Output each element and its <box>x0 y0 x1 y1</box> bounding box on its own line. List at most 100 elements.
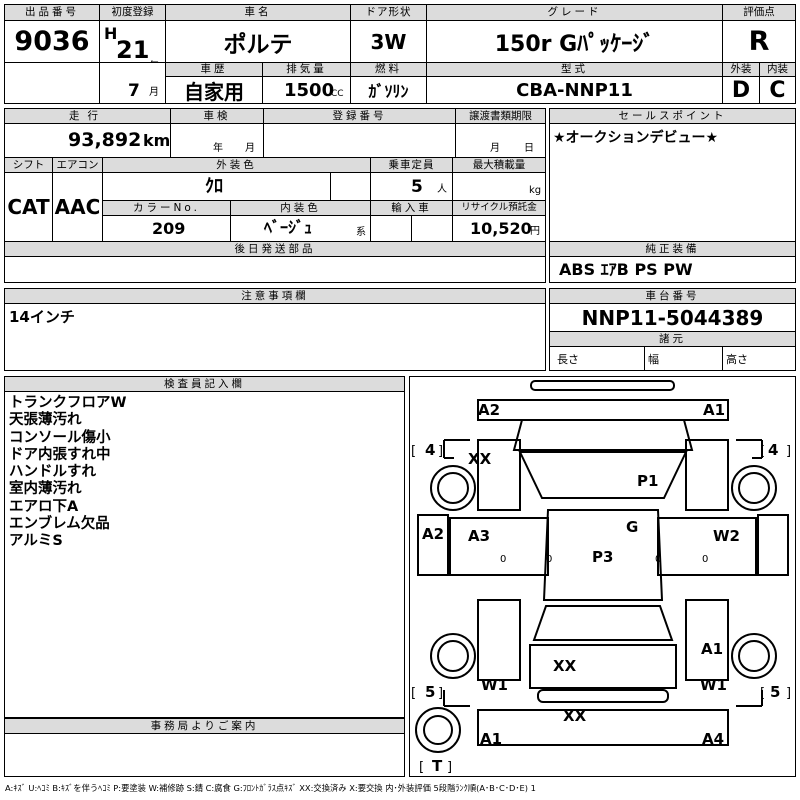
reg-month-value: 7 <box>128 81 140 101</box>
mark-right-front-door: W2 <box>713 527 740 545</box>
notes-value: 14インチ <box>9 308 75 326</box>
grade-value: 150r Gﾊﾟｯｹｰｼﾞ <box>426 20 723 63</box>
mark-rear-left-bracket: 5 <box>425 683 435 701</box>
height-label: 高さ <box>726 353 748 366</box>
mark-right-rear-door: A1 <box>701 640 723 658</box>
int-color-value: ﾍﾞｰｼﾞｭ <box>264 218 313 237</box>
dimensions-header: 諸元 <box>549 331 796 347</box>
mark-roof: P3 <box>592 548 613 566</box>
inspector-note: トランクフロアW <box>9 395 127 411</box>
cc-unit: CC <box>331 89 344 99</box>
exterior-value: D <box>722 76 760 104</box>
sales-point-header: セールスポイント <box>549 108 796 124</box>
car-name-value: ポルテ <box>165 20 351 63</box>
mark-side-right: 4 <box>768 441 778 459</box>
door-value: 3W <box>350 20 427 63</box>
mark-right-rear: W1 <box>700 676 727 694</box>
inspector-note: ドア内張すれ中 <box>9 446 111 463</box>
color-no-header: カラーNo. <box>102 200 231 216</box>
model-code-value: CBA-NNP11 <box>426 76 723 104</box>
import-cell-2 <box>411 215 453 242</box>
car-diagram: A2 A1 4 4 XX P1 G A3 P3 W2 A2 XX A1 W1 W… <box>411 380 791 775</box>
svg-text:[: [ <box>419 760 424 775</box>
exterior-header: 外装 <box>722 62 760 77</box>
office-header: 事務局よりご案内 <box>4 718 405 734</box>
width-label: 幅 <box>648 353 659 366</box>
svg-text:[: [ <box>760 444 765 459</box>
kei-unit: 系 <box>356 227 366 238</box>
chassis-no-value: NNP11-5044389 <box>549 303 796 332</box>
lot-no-blank <box>4 62 100 104</box>
ext-color-value: ｸﾛ <box>205 176 223 197</box>
yen-unit: 円 <box>530 226 540 237</box>
first-reg-header: 初度登録 <box>99 4 166 21</box>
door-mark: 0 <box>702 554 708 565</box>
mark-rear: XX <box>563 707 587 725</box>
km-unit: km <box>143 131 171 150</box>
genuine-equip-value: ABS ｴｱB PS PW <box>559 260 693 279</box>
svg-text:]: ] <box>438 444 443 459</box>
sales-point-value: ★オークションデビュー★ <box>553 130 719 146</box>
svg-text:]: ] <box>786 686 791 701</box>
inspector-header: 検査員記入欄 <box>4 376 405 392</box>
kg-unit: kg <box>529 185 542 196</box>
door-header: ドア形状 <box>350 4 427 21</box>
inspection-header: 車検 <box>170 108 264 124</box>
history-value: 自家用 <box>165 76 263 104</box>
mark-front-right: A1 <box>703 401 725 419</box>
transfer-docs-header: 譲渡書類期限 <box>455 108 546 124</box>
svg-text:[: [ <box>411 444 416 459</box>
svg-text:[: [ <box>411 686 416 701</box>
inspector-note: 室内薄汚れ <box>9 481 82 498</box>
capacity-value: 5 <box>411 177 423 197</box>
mark-left-front-fender: XX <box>468 450 492 468</box>
mark-rear-left-corner: A1 <box>480 730 502 748</box>
month-unit: 月 <box>149 87 159 98</box>
reg-no-header: 登録番号 <box>263 108 456 124</box>
interior-header: 内装 <box>759 62 796 77</box>
mark-left-rear: W1 <box>481 676 508 694</box>
mark-trunk: T <box>432 757 443 775</box>
chassis-no-header: 車台番号 <box>549 288 796 304</box>
mark-left-front-door: A3 <box>468 527 490 545</box>
mark-left-side: A2 <box>422 525 444 543</box>
shift-value: CAT <box>4 172 53 242</box>
inspector-note: コンソール傷小 <box>9 429 111 446</box>
svg-text:]: ] <box>447 760 452 775</box>
mark-glass: G <box>626 518 638 536</box>
ext-color-header: 外装色 <box>102 157 371 173</box>
car-name-header: 車名 <box>165 4 351 21</box>
displacement-value: 1500 <box>284 80 335 101</box>
inspector-note: エアロ下A <box>9 498 79 515</box>
score-value: R <box>722 20 796 63</box>
recycle-header: リサイクル預託金 <box>452 200 546 216</box>
model-code-header: 型式 <box>426 62 723 77</box>
transfer-day-unit: 日 <box>524 143 534 154</box>
import-cell-1 <box>370 215 412 242</box>
door-mark: 0 <box>655 554 661 565</box>
mark-side-left: 4 <box>425 441 435 459</box>
aircon-header: エアコン <box>52 157 103 173</box>
later-parts-header: 後日発送部品 <box>4 241 546 257</box>
inspector-note: エンブレム欠品 <box>9 516 110 533</box>
inspection-month-unit: 月 <box>245 143 255 154</box>
mark-rear-right-corner: A4 <box>702 730 724 748</box>
capacity-header: 乗車定員 <box>370 157 453 173</box>
svg-text:[: [ <box>760 686 765 701</box>
inspection-year-unit: 年 <box>213 143 223 154</box>
later-parts-cell <box>4 256 546 283</box>
lot-no-value: 9036 <box>4 20 100 63</box>
mileage-header: 走行 <box>4 108 171 124</box>
genuine-equip-header: 純正装備 <box>549 241 796 257</box>
mark-roof-front: P1 <box>637 472 658 490</box>
transfer-month-unit: 月 <box>490 143 500 154</box>
inspector-note: ハンドルすれ <box>9 464 96 481</box>
inspector-notes-list: トランクフロアW 天張薄汚れ コンソール傷小 ドア内張すれ中 ハンドルすれ 室内… <box>9 395 127 551</box>
fuel-header: 燃料 <box>350 62 427 77</box>
fuel-value: ｶﾞｿﾘﾝ <box>350 76 427 104</box>
shift-header: シフト <box>4 157 53 173</box>
grade-header: グレード <box>426 4 723 21</box>
recycle-value: 10,520 <box>470 219 532 238</box>
lot-no-header: 出品番号 <box>4 4 100 21</box>
notes-cell <box>4 303 546 371</box>
